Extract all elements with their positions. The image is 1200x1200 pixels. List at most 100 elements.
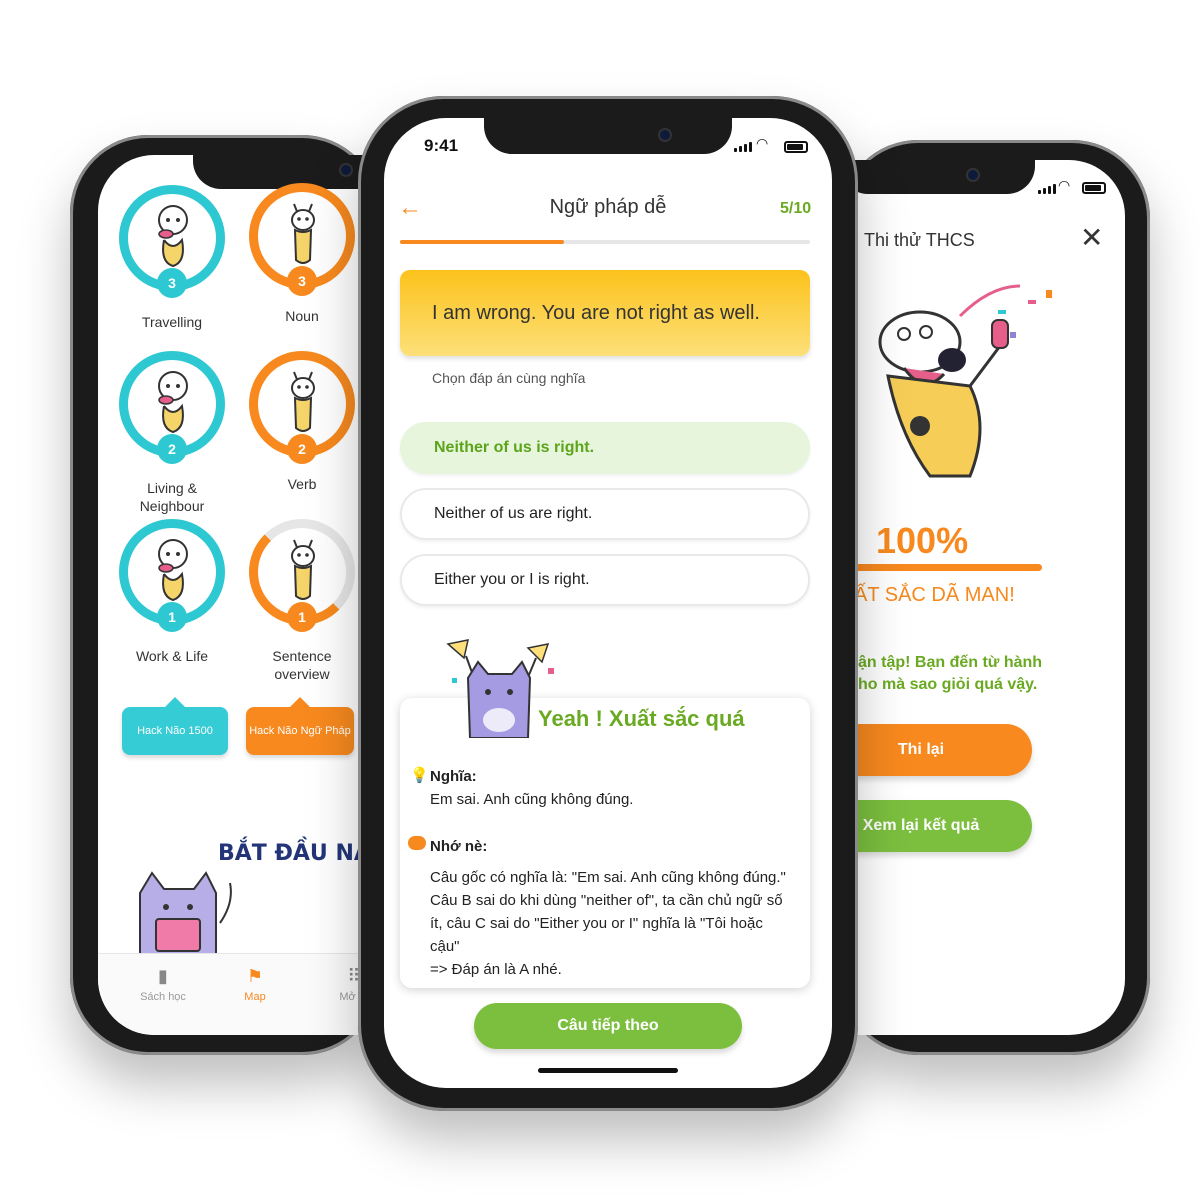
poodle-icon: [158, 539, 188, 602]
score-percent: 100%: [876, 520, 969, 561]
lesson-label: Noun: [285, 308, 319, 324]
result-message-line: ận tập! Bạn đến từ hành: [858, 654, 1043, 671]
hack-button-label: Hack Não Ngữ Pháp: [249, 725, 351, 737]
instruction-text: Chọn đáp án cùng nghĩa: [432, 370, 586, 386]
camera-icon: [968, 170, 978, 180]
lesson-verb[interactable]: 2 Verb: [232, 351, 372, 493]
right-screen: ◠ Thi thử THCS ✕ 100% ẤT SẮC DÃ MAN! ận: [840, 160, 1125, 1035]
lesson-progress-fill: [400, 240, 564, 244]
poodle-icon: [158, 371, 188, 434]
next-question-button[interactable]: Câu tiếp theo: [474, 1003, 742, 1049]
signal-icon: [734, 142, 752, 152]
feedback-card: Yeah ! Xuất sắc quá 💡 Nghĩa: Em sai. Anh…: [400, 698, 810, 988]
answer-text: Neither of us are right.: [434, 505, 593, 522]
lesson-sentence-overview[interactable]: 1 Sentence overview: [232, 519, 372, 683]
retry-button[interactable]: Thi lại: [840, 724, 1032, 776]
lesson-progress-track: [400, 240, 810, 244]
poodle-icon: [158, 205, 188, 268]
result-message: ận tập! Bạn đến từ hành ho mà sao giỏi q…: [858, 652, 1042, 696]
center-phone: 9:41 ◠ ← Ngữ pháp dễ 5/10 I am wrong. Yo…: [358, 96, 858, 1111]
note-line: ít, câu C sai do "Either you or I" nghĩa…: [430, 915, 763, 932]
lesson-level-badge: 2: [287, 434, 317, 464]
dog-icon: [291, 203, 315, 264]
note-text: Câu gốc có nghĩa là: "Em sai. Anh cũng k…: [430, 866, 802, 981]
retry-button-label: Thi lại: [897, 741, 945, 758]
answer-text: Either you or I is right.: [434, 571, 590, 588]
wifi-icon: ◠: [1058, 177, 1071, 193]
nav-sach-hoc[interactable]: ▮ Sách học: [128, 966, 198, 1003]
lesson-progress-ring: 2: [249, 351, 355, 464]
answer-option-b[interactable]: Neither of us are right.: [400, 488, 810, 540]
note-line: Câu gốc có nghĩa là: "Em sai. Anh cũng k…: [430, 869, 786, 886]
lesson-progress-ring: 3: [119, 185, 225, 298]
home-indicator: [538, 1068, 678, 1073]
note-line: Câu B sai do khi dùng "neither of", ta c…: [430, 892, 783, 909]
question-counter: 5/10: [780, 200, 812, 217]
center-screen: 9:41 ◠ ← Ngữ pháp dễ 5/10 I am wrong. Yo…: [384, 118, 832, 1088]
lesson-label: Work & Life: [135, 648, 209, 664]
review-button-label: Xem lại kết quả: [862, 817, 980, 834]
review-results-button[interactable]: Xem lại kết quả: [840, 800, 1032, 852]
answer-text: Neither of us is right.: [434, 439, 595, 456]
center-notch: [484, 118, 732, 154]
answer-option-a[interactable]: Neither of us is right.: [400, 422, 810, 474]
score-progress-track: [840, 564, 1042, 571]
nav-map[interactable]: ⚑ Map: [220, 966, 290, 1003]
meaning-label: Nghĩa:: [430, 768, 477, 785]
right-notch: [840, 160, 1035, 194]
wifi-icon: ◠: [756, 135, 769, 151]
result-message-line: ho mà sao giỏi quá vậy.: [858, 676, 1038, 693]
signal-icon: [1038, 184, 1056, 194]
bottom-navigation: ▮ Sách học ⚑ Map ⠿ Mở rộ: [98, 953, 398, 1035]
feedback-title: Yeah ! Xuất sắc quá: [538, 706, 745, 731]
hack-nao-ngu-phap-button[interactable]: Hack Não Ngữ Pháp: [246, 707, 354, 755]
battery-icon: [1082, 182, 1106, 194]
next-button-label: Câu tiếp theo: [557, 1017, 659, 1034]
lesson-living-neighbour[interactable]: 2 Living & Neighbour: [102, 351, 242, 515]
battery-icon: [784, 141, 808, 153]
lesson-work-life[interactable]: 1 Work & Life: [102, 519, 242, 665]
question-text: I am wrong. You are not right as well.: [432, 302, 760, 324]
lesson-level-badge: 1: [157, 602, 187, 632]
cat-reading-icon: [139, 871, 232, 963]
lesson-label: Verb: [287, 476, 317, 492]
lesson-progress-ring: 1: [249, 519, 355, 632]
left-phone: 3 Travelling 3 Noun 2 Living & Neighbour…: [70, 135, 398, 1055]
hack-button-label: Hack Não 1500: [137, 725, 213, 737]
celebrating-dog-icon: [878, 284, 1052, 478]
book-icon: ▮: [158, 966, 168, 986]
lesson-progress-ring: 2: [119, 351, 225, 464]
status-time: 9:41: [424, 136, 459, 155]
lesson-noun[interactable]: 3 Noun: [232, 183, 372, 325]
lesson-travelling[interactable]: 3 Travelling: [102, 185, 242, 331]
lesson-label: Sentence overview: [272, 648, 332, 682]
lesson-title: Ngữ pháp dễ: [549, 196, 667, 218]
question-card: I am wrong. You are not right as well.: [400, 270, 810, 356]
exam-title: Thi thử THCS: [864, 230, 975, 250]
lesson-progress-ring: 3: [249, 183, 355, 296]
left-screen: 3 Travelling 3 Noun 2 Living & Neighbour…: [98, 155, 398, 1035]
lesson-level-badge: 3: [287, 266, 317, 296]
dog-icon: [291, 371, 315, 432]
note-line: cậu": [430, 938, 460, 955]
lesson-level-badge: 1: [287, 602, 317, 632]
note-label: Nhớ nè:: [430, 838, 488, 855]
camera-icon: [660, 130, 670, 140]
note-line: => Đáp án là A nhé.: [430, 961, 562, 978]
score-progress-fill: [840, 564, 1042, 571]
lesson-progress-ring: 1: [119, 519, 225, 632]
close-icon[interactable]: ✕: [1080, 224, 1103, 252]
hack-nao-1500-button[interactable]: Hack Não 1500: [122, 707, 228, 755]
answer-option-c[interactable]: Either you or I is right.: [400, 554, 810, 606]
meaning-text: Em sai. Anh cũng không đúng.: [430, 791, 634, 808]
speech-bubble-icon: [408, 836, 426, 850]
dog-icon: [291, 539, 315, 600]
map-flag-icon: ⚑: [246, 966, 264, 986]
lesson-label: Travelling: [141, 314, 203, 330]
camera-icon: [341, 165, 351, 175]
lesson-level-badge: 2: [157, 434, 187, 464]
result-headline: ẤT SẮC DÃ MAN!: [854, 584, 1015, 606]
lesson-label: Living & Neighbour: [139, 480, 205, 514]
nav-label: Sách học: [140, 991, 186, 1003]
lightbulb-icon: 💡: [410, 767, 429, 784]
